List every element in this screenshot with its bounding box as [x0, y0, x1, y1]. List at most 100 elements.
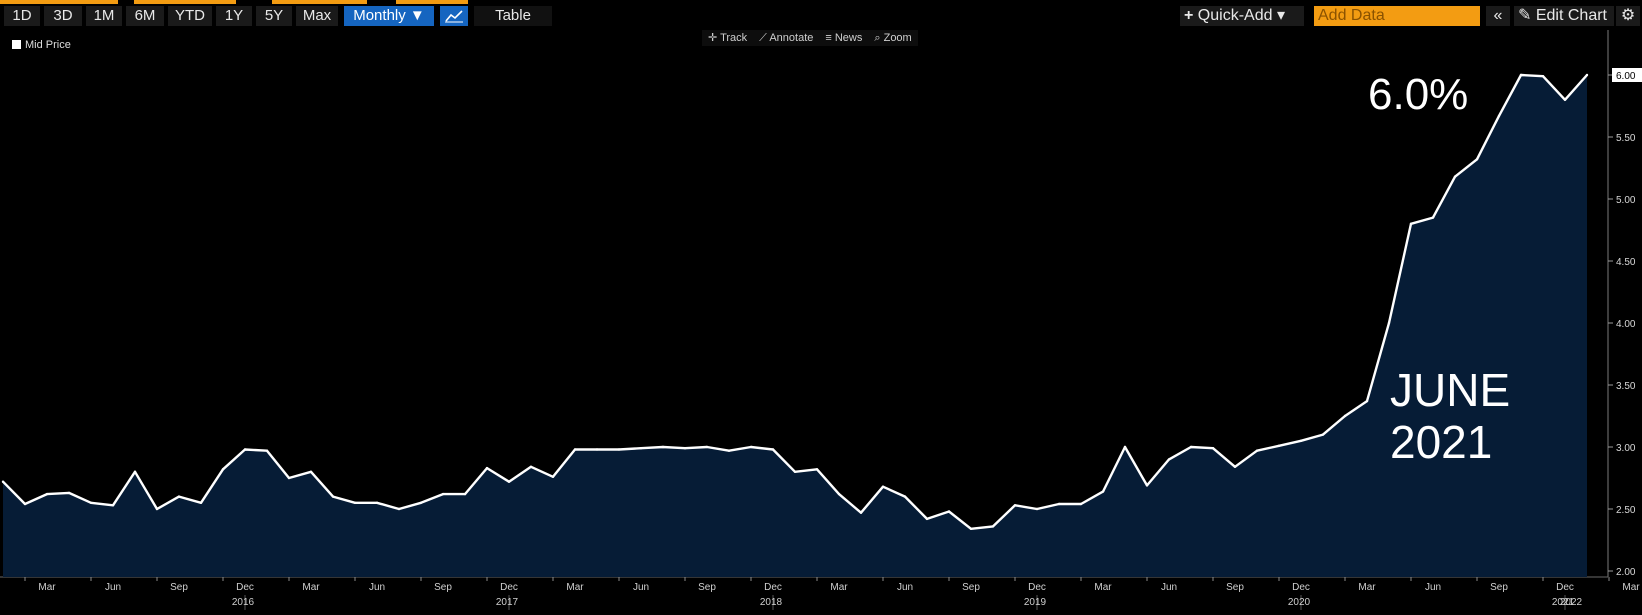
data-point	[111, 504, 115, 507]
x-tick-label: Jun	[1161, 582, 1177, 593]
data-point	[617, 448, 621, 451]
data-point	[1431, 216, 1435, 219]
data-point	[375, 501, 379, 504]
y-tick-label: 5.00	[1616, 195, 1636, 206]
data-point	[1453, 175, 1457, 178]
data-point	[287, 476, 291, 480]
x-tick-label: Jun	[105, 582, 121, 593]
data-point	[1409, 222, 1413, 225]
data-point	[45, 492, 49, 496]
x-tick-label: Mar	[566, 582, 584, 593]
x-tick-label: Sep	[962, 582, 980, 593]
data-point	[1497, 114, 1501, 118]
data-point	[1101, 490, 1105, 493]
data-point	[441, 492, 445, 496]
x-tick-label: Mar	[830, 582, 848, 593]
data-point	[1167, 458, 1171, 461]
data-point	[221, 468, 225, 471]
y-tick-label: 4.50	[1616, 257, 1636, 268]
x-tick-label: Sep	[1226, 582, 1244, 593]
data-point	[771, 448, 775, 451]
data-point	[815, 468, 819, 471]
x-tick-label: Dec	[500, 582, 518, 593]
data-point	[1079, 502, 1083, 506]
data-point	[309, 470, 313, 473]
x-tick-label: Dec	[1556, 582, 1574, 593]
year-label: 2022	[1560, 597, 1583, 608]
data-point	[1299, 439, 1303, 442]
x-tick-label: Jun	[369, 582, 385, 593]
x-tick-label: Mar	[38, 582, 56, 593]
x-tick-label: Mar	[1094, 582, 1112, 593]
data-point	[1365, 399, 1369, 403]
data-point	[749, 445, 753, 449]
data-point	[529, 465, 533, 468]
data-point	[507, 480, 511, 483]
data-point	[947, 510, 951, 513]
data-point	[1189, 445, 1193, 449]
data-point	[485, 466, 489, 470]
data-point	[1233, 465, 1237, 468]
x-tick-label: Dec	[236, 582, 254, 593]
last-value-label: 6.00	[1616, 71, 1636, 82]
data-point	[1035, 507, 1039, 511]
data-point	[969, 527, 973, 530]
plot-layer	[1, 73, 1589, 577]
x-tick-label: Jun	[1425, 582, 1441, 593]
y-tick-label: 5.50	[1616, 133, 1636, 144]
data-point	[727, 449, 731, 452]
data-point	[1, 480, 5, 483]
x-tick-label: Mar	[1358, 582, 1376, 593]
data-point	[1475, 158, 1479, 161]
data-point	[1145, 484, 1149, 487]
date-annotation-year: 2021	[1390, 416, 1493, 468]
data-point	[177, 495, 181, 498]
x-tick-label: Mar	[302, 582, 320, 593]
data-point	[463, 492, 467, 496]
data-point	[1541, 75, 1545, 78]
data-point	[397, 507, 401, 511]
data-point	[419, 501, 423, 504]
data-point	[661, 445, 665, 449]
data-point	[1519, 73, 1523, 77]
data-point	[199, 501, 203, 504]
year-label: 2020	[1288, 597, 1311, 608]
data-point	[1013, 504, 1017, 507]
x-tick-label: Sep	[434, 582, 452, 593]
data-point	[595, 448, 599, 451]
data-point	[1123, 445, 1127, 449]
year-label: 2016	[232, 597, 255, 608]
series-area	[3, 75, 1587, 577]
x-tick-label: Jun	[897, 582, 913, 593]
data-point	[903, 495, 907, 498]
data-point	[331, 495, 335, 498]
data-point	[925, 517, 929, 521]
data-point	[1585, 73, 1589, 77]
y-tick-label: 3.00	[1616, 443, 1636, 454]
x-tick-label: Dec	[1028, 582, 1046, 593]
data-point	[1277, 444, 1281, 447]
data-point	[793, 470, 797, 473]
data-point	[1211, 447, 1215, 450]
data-point	[991, 525, 995, 528]
data-point	[89, 501, 93, 504]
data-point	[551, 475, 555, 478]
year-label: 2017	[496, 597, 519, 608]
x-tick-label: Dec	[1292, 582, 1310, 593]
data-point	[67, 491, 71, 495]
x-tick-label: Dec	[764, 582, 782, 593]
x-tick-label: Mar	[1622, 582, 1640, 593]
y-tick-label: 2.50	[1616, 505, 1636, 516]
x-tick-label: Sep	[1490, 582, 1508, 593]
year-label: 2019	[1024, 597, 1047, 608]
x-tick-label: Jun	[633, 582, 649, 593]
data-point	[353, 501, 357, 504]
data-point	[155, 507, 159, 511]
x-tick-label: Sep	[170, 582, 188, 593]
data-point	[265, 449, 269, 452]
data-point	[881, 485, 885, 488]
data-point	[1057, 502, 1061, 506]
date-annotation-month: JUNE	[1390, 364, 1511, 416]
data-point	[837, 492, 841, 496]
data-point	[1255, 449, 1259, 452]
